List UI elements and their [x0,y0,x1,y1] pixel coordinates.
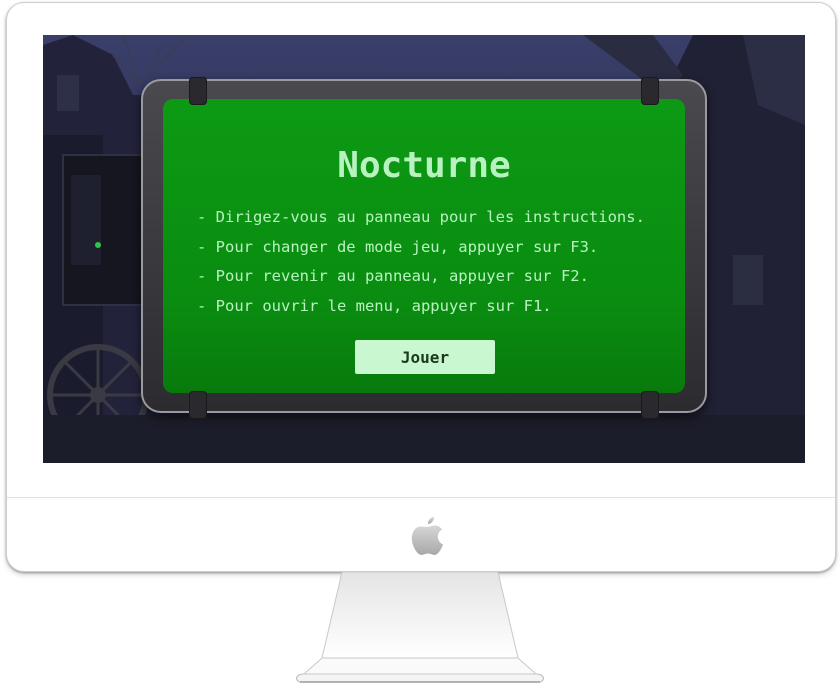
game-title: Nocturne [337,145,511,186]
imac-stand [296,571,544,683]
screen: Nocturne - Dirigez-vous au panneau pour … [43,35,805,463]
instruction-line: - Pour revenir au panneau, appuyer sur F… [197,267,589,285]
sign-clip [189,77,207,105]
apple-logo-icon [411,517,443,555]
sign-panel: Nocturne - Dirigez-vous au panneau pour … [163,99,685,393]
instruction-list: - Dirigez-vous au panneau pour les instr… [197,203,645,321]
sign-clip [189,391,207,419]
instruction-line: - Pour ouvrir le menu, appuyer sur F1. [197,296,552,315]
instruction-line: - Dirigez-vous au panneau pour les instr… [197,208,645,226]
sign-clip [641,391,659,419]
chin-divider [7,497,835,498]
play-button[interactable]: Jouer [355,340,495,374]
sign-clip [641,77,659,105]
instruction-sign: Nocturne - Dirigez-vous au panneau pour … [141,77,707,419]
instruction-line: - Pour changer de mode jeu, appuyer sur … [197,237,599,256]
